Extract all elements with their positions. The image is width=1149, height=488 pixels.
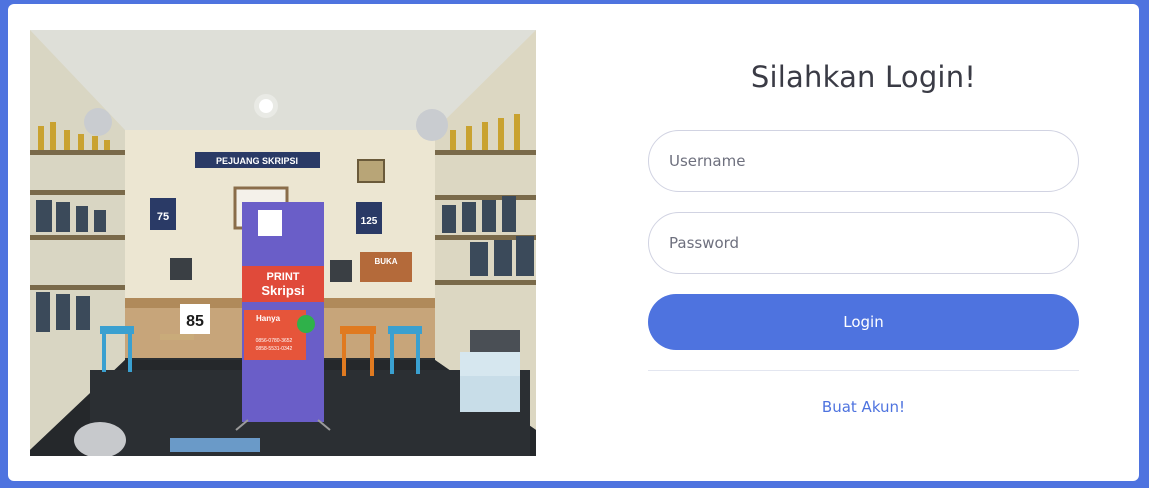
page-title: Silahkan Login!	[750, 60, 977, 94]
password-input[interactable]	[648, 212, 1079, 274]
photo-chair-number: 85	[186, 313, 204, 330]
photo-standee-skripsi: Skripsi	[261, 283, 304, 298]
photo-badge-125: 125	[361, 216, 378, 227]
divider	[648, 370, 1079, 371]
photo-standee-print: PRINT	[267, 271, 300, 283]
photo-buka-board: BUKA	[374, 257, 397, 266]
username-input[interactable]	[648, 130, 1079, 192]
shop-photo: PEJUANG SKRIPSI 75 125 BUKA 85 PRINT Skr…	[30, 30, 536, 456]
login-button[interactable]: Login	[648, 294, 1079, 350]
login-form: Silahkan Login! Login Buat Akun!	[648, 4, 1079, 481]
photo-standee-phone2: 0858-5531-0342	[256, 346, 293, 352]
photo-standee-phone1: 0856-0780-3652	[256, 338, 293, 344]
register-link[interactable]: Buat Akun!	[648, 398, 1079, 416]
photo-standee-hanya: Hanya	[256, 314, 281, 323]
login-card: PEJUANG SKRIPSI 75 125 BUKA 85 PRINT Skr…	[8, 4, 1139, 481]
photo-banner-text: PEJUANG SKRIPSI	[216, 156, 298, 166]
photo-badge-75: 75	[157, 211, 169, 223]
